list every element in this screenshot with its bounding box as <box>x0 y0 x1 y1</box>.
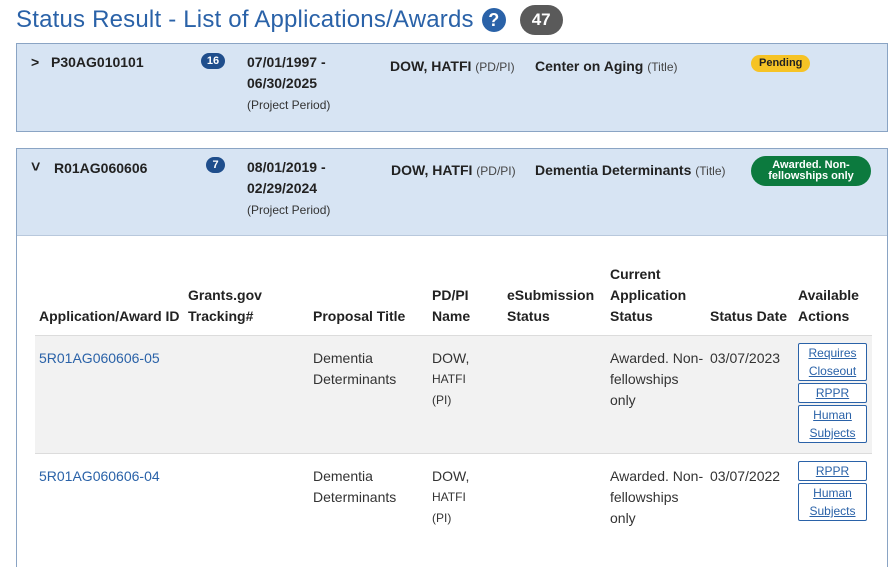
col-proposal-title: Proposal Title <box>313 308 406 324</box>
col-current-status: Current Application Status <box>610 266 687 324</box>
human-subjects-button[interactable]: Human Subjects <box>798 483 867 521</box>
award-panel-1[interactable]: > P30AG010101 16 07/01/1997 - 06/30/2025… <box>16 43 888 132</box>
pd-pi-name: DOW, HATFI (PD/PI) <box>391 162 516 178</box>
human-subjects-button[interactable]: Human Subjects <box>798 405 867 443</box>
award-id: P30AG010101 <box>51 54 144 70</box>
current-status: Awarded. Non-fellowships only <box>606 453 706 537</box>
chevron-down-icon[interactable]: ˅ <box>31 159 40 177</box>
applications-table: Application/Award ID Grants.gov Tracking… <box>35 264 872 537</box>
award-title: Center on Aging (Title) <box>535 58 678 74</box>
esubmission-status <box>503 335 606 454</box>
esubmission-status <box>503 453 606 537</box>
col-pi-name: PD/PI Name <box>432 287 471 324</box>
page-header: Status Result - List of Applications/Awa… <box>16 3 563 37</box>
award-panel-header[interactable]: ˅ R01AG060606 7 08/01/2019 - 02/29/2024 … <box>17 149 887 236</box>
proposal-title: Dementia Determinants <box>309 453 428 537</box>
requires-closeout-button[interactable]: Requires Closeout <box>798 343 867 381</box>
application-count-badge: 16 <box>201 53 225 69</box>
proposal-title: Dementia Determinants <box>309 335 428 454</box>
pi-name: DOW, HATFI (PI) <box>428 335 503 454</box>
rppr-button[interactable]: RPPR <box>798 383 867 403</box>
status-date: 03/07/2022 <box>706 453 794 537</box>
pi-name: DOW, HATFI (PI) <box>428 453 503 537</box>
col-tracking: Grants.gov Tracking# <box>188 287 262 324</box>
award-id: R01AG060606 <box>54 160 148 176</box>
pd-pi-name: DOW, HATFI (PD/PI) <box>390 58 515 74</box>
current-status: Awarded. Non-fellowships only <box>606 335 706 454</box>
result-count-badge: 47 <box>519 5 563 35</box>
table-row: 5R01AG060606-05 Dementia Determinants DO… <box>35 335 872 454</box>
status-date: 03/07/2023 <box>706 335 794 454</box>
chevron-right-icon[interactable]: > <box>31 54 39 70</box>
applications-table-container: Application/Award ID Grants.gov Tracking… <box>17 236 887 576</box>
page-title: Status Result - List of Applications/Awa… <box>16 6 474 33</box>
col-status-date: Status Date <box>710 308 788 324</box>
status-badge: Pending <box>751 55 811 72</box>
project-period: 07/01/1997 - 06/30/2025 (Project Period) <box>247 54 331 112</box>
tracking-number <box>184 335 309 454</box>
col-award-id: Application/Award ID <box>39 308 180 324</box>
col-esubmission-status: eSubmission Status <box>507 287 595 324</box>
application-id-link[interactable]: 5R01AG060606-04 <box>39 468 160 484</box>
project-period: 08/01/2019 - 02/29/2024 (Project Period) <box>247 159 331 217</box>
col-actions: Available Actions <box>798 287 859 324</box>
application-id-link[interactable]: 5R01AG060606-05 <box>39 350 160 366</box>
status-badge: Awarded. Non-fellowships only <box>751 156 871 186</box>
application-count-badge: 7 <box>206 157 225 173</box>
award-panel-2: ˅ R01AG060606 7 08/01/2019 - 02/29/2024 … <box>16 148 888 576</box>
table-row: 5R01AG060606-04 Dementia Determinants DO… <box>35 453 872 537</box>
rppr-button[interactable]: RPPR <box>798 461 867 481</box>
award-title: Dementia Determinants (Title) <box>535 162 726 178</box>
help-icon[interactable]: ? <box>481 8 506 32</box>
tracking-number <box>184 453 309 537</box>
